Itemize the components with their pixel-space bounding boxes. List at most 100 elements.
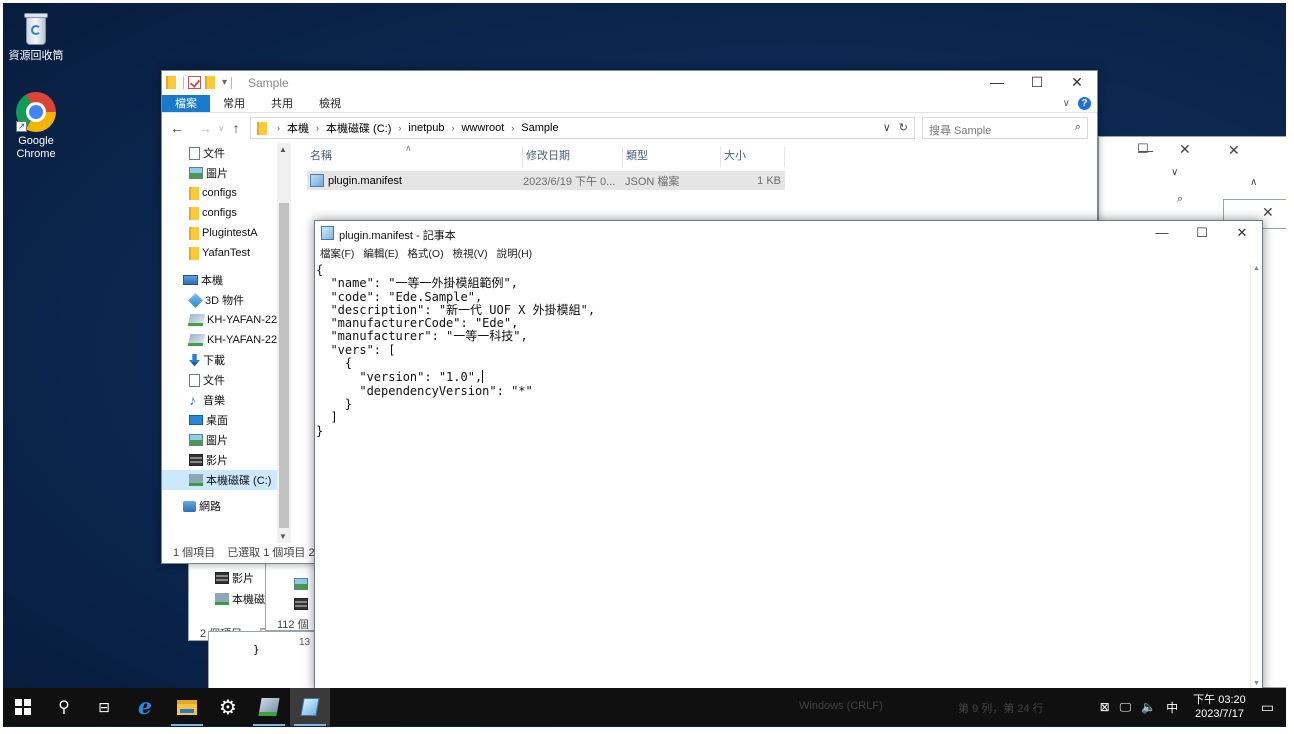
back-arrow-icon[interactable]: ← (170, 120, 184, 136)
column-type[interactable]: 類型 (623, 147, 721, 167)
ime-indicator[interactable]: 中 (1166, 699, 1178, 716)
nav-item-desktop[interactable]: 桌面 (162, 410, 291, 430)
nav-item-downloads[interactable]: 下載 (162, 350, 291, 370)
menu-edit[interactable]: 編輯(E) (363, 245, 398, 263)
notifications-icon[interactable]: ▭ (1261, 699, 1274, 716)
nav-item-configs-2[interactable]: configs (162, 203, 291, 223)
notepad-text-area[interactable]: { "name": "一等一外掛模組範例", "code": "Ede.Samp… (315, 263, 1250, 689)
chevron-down-icon[interactable]: ∨ (1171, 167, 1178, 178)
refresh-icon[interactable]: ↻ (899, 121, 908, 134)
notepad-taskbar-button[interactable] (290, 688, 330, 726)
explorer-titlebar[interactable]: ▾ Sample — ☐ ✕ (162, 71, 1097, 95)
expand-ribbon-icon[interactable]: ∨ (1063, 98, 1070, 109)
menu-help[interactable]: 說明(H) (497, 245, 533, 263)
close-icon[interactable]: ✕ (1262, 204, 1274, 221)
breadcrumb-separator-icon[interactable]: › (316, 123, 319, 133)
task-view-button[interactable]: ⊟ (84, 688, 124, 726)
breadcrumb-separator-icon[interactable]: › (451, 123, 454, 133)
help-icon[interactable]: ? (1078, 97, 1091, 110)
nav-scroll-thumb[interactable] (279, 203, 289, 528)
column-modified[interactable]: 修改日期 (523, 147, 623, 167)
scroll-down-icon[interactable]: ▼ (279, 532, 287, 541)
clock[interactable]: 下午 03:20 2023/7/17 (1193, 693, 1246, 721)
settings-button[interactable]: ⚙ (208, 688, 248, 726)
breadcrumb-separator-icon[interactable]: › (511, 123, 514, 133)
menu-view[interactable]: 檢視(V) (453, 245, 488, 263)
nav-item-music[interactable]: ♪ 音樂 (162, 390, 291, 410)
nav-item-videos[interactable]: 影片 (162, 450, 291, 470)
file-explorer-button[interactable] (167, 688, 207, 726)
bg-nav-videos[interactable]: 影片 (215, 568, 254, 588)
nav-item-pictures[interactable]: 圖片 (162, 430, 291, 450)
breadcrumb-wwwroot[interactable]: wwwroot (461, 122, 504, 134)
new-folder-icon[interactable] (205, 76, 215, 89)
nav-item-documents[interactable]: 文件 (162, 370, 291, 390)
computer-icon (183, 275, 198, 285)
file-row[interactable]: plugin.manifest 2023/6/19 下午 0... JSON 檔… (307, 171, 785, 190)
tab-file[interactable]: 檔案 (162, 95, 210, 112)
search-input[interactable]: 搜尋 Sample ⌕ (922, 117, 1088, 139)
nav-item-plugintesta[interactable]: PlugintestA (162, 223, 291, 243)
text-line: } (316, 396, 353, 411)
nav-item-this-pc[interactable]: 本機 (162, 270, 291, 290)
nav-item-yafantest[interactable]: YafanTest (162, 243, 291, 263)
qat-dropdown-icon[interactable]: ▾ (222, 77, 227, 88)
internet-explorer-button[interactable]: e (125, 688, 165, 726)
close-icon[interactable]: ✕ (1179, 141, 1191, 158)
minimize-button[interactable]: — (1142, 221, 1182, 245)
action-center-alert-icon[interactable]: ⊠ (1100, 700, 1110, 714)
network-status-icon[interactable]: 🖵 (1120, 700, 1132, 715)
nav-item-documents-pinned[interactable]: 文件✱ (162, 143, 291, 163)
close-icon[interactable]: ✕ (1228, 142, 1240, 159)
start-button[interactable] (3, 688, 43, 726)
scroll-up-icon[interactable]: ∧ (1250, 177, 1257, 188)
recent-dropdown-icon[interactable]: ∨ (218, 123, 225, 136)
recycle-bin-shortcut[interactable]: 資源回收筒 (3, 11, 69, 63)
breadcrumb-inetpub[interactable]: inetpub (408, 122, 444, 134)
nav-item-local-disk[interactable]: 本機磁碟 (C:) (162, 470, 291, 490)
tab-home[interactable]: 常用 (210, 95, 258, 112)
address-bar[interactable]: › 本機 › 本機磁碟 (C:) › inetpub › wwwroot › S… (250, 117, 915, 139)
nav-item-network[interactable]: 網路 (162, 496, 291, 516)
text-line: "name": "一等一外掛模組範例", (316, 276, 518, 291)
nav-item-network-drive-1[interactable]: KH-YAFAN-220 (162, 310, 291, 330)
scroll-up-icon[interactable]: ▲ (1253, 265, 1260, 272)
properties-icon[interactable] (188, 76, 201, 89)
nav-item-network-drive-2[interactable]: KH-YAFAN-220 (162, 330, 291, 350)
breadcrumb-separator-icon[interactable]: › (398, 123, 401, 133)
scroll-down-icon[interactable]: ▼ (1253, 680, 1260, 687)
column-size[interactable]: 大小 (721, 147, 785, 167)
up-arrow-icon[interactable]: ↑ (233, 120, 240, 136)
maximize-icon[interactable]: ☐ (1137, 141, 1149, 157)
breadcrumb-this-pc[interactable]: 本機 (287, 120, 309, 136)
notepad-scrollbar[interactable]: ▲ ▼ (1250, 263, 1262, 689)
breadcrumb-sample[interactable]: Sample (521, 122, 558, 134)
menu-file[interactable]: 檔案(F) (320, 245, 354, 263)
breadcrumb-local-disk[interactable]: 本機磁碟 (C:) (326, 120, 391, 136)
menu-format[interactable]: 格式(O) (407, 245, 443, 263)
tab-share[interactable]: 共用 (258, 95, 306, 112)
maximize-button[interactable]: ☐ (1017, 71, 1057, 95)
nav-item-3d-objects[interactable]: 3D 物件 (162, 290, 291, 310)
close-button[interactable]: ✕ (1222, 221, 1262, 245)
chrome-shortcut[interactable]: ↗ Google Chrome (3, 92, 69, 161)
search-button[interactable]: ⚲ (44, 688, 84, 726)
scroll-up-icon[interactable]: ▲ (279, 145, 287, 154)
folder-icon (189, 246, 199, 260)
maximize-button[interactable]: ☐ (1182, 221, 1222, 245)
forward-arrow-icon[interactable]: → (198, 120, 212, 136)
bg-status-position: 第 9 列，第 24 行 (958, 703, 1044, 715)
server-manager-button[interactable] (249, 688, 289, 726)
nav-item-pictures-pinned[interactable]: 圖片✱ (162, 163, 291, 183)
column-name[interactable]: 名稱 (307, 147, 523, 167)
breadcrumb-separator-icon[interactable]: › (277, 123, 280, 133)
close-button[interactable]: ✕ (1057, 71, 1097, 95)
nav-scrollbar[interactable]: ▲ ▼ (277, 143, 291, 543)
minimize-button[interactable]: — (977, 71, 1017, 95)
tab-view[interactable]: 檢視 (306, 95, 354, 112)
volume-muted-icon[interactable]: 🔈 (1141, 700, 1156, 714)
nav-item-configs[interactable]: configs (162, 183, 291, 203)
address-dropdown-icon[interactable]: ∨ (883, 121, 891, 134)
network-drive-icon (187, 314, 206, 326)
notepad-titlebar[interactable]: plugin.manifest - 記事本 — ☐ ✕ (315, 221, 1262, 245)
